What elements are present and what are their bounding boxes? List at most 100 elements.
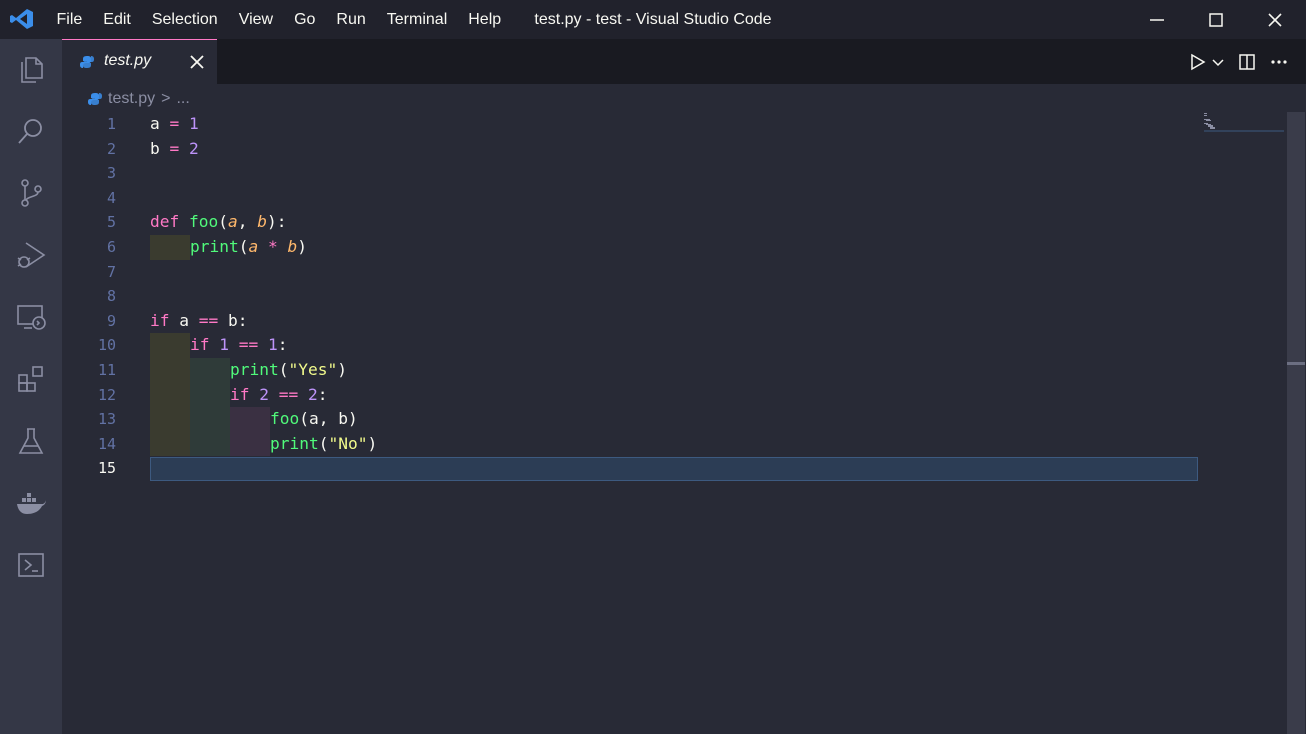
chevron-down-icon[interactable] <box>1212 57 1224 67</box>
scrollbar-cursor-marker <box>1287 362 1305 365</box>
editor-actions <box>1190 39 1288 84</box>
line-number: 12 <box>97 385 116 404</box>
menu-help[interactable]: Help <box>458 0 512 39</box>
tab-test-py[interactable]: test.py <box>62 39 217 84</box>
code-line[interactable]: 10 if 1 == 1: <box>62 333 1262 358</box>
line-number: 3 <box>106 164 116 183</box>
minimap[interactable] <box>1204 110 1284 140</box>
menu-edit[interactable]: Edit <box>93 0 142 39</box>
tab-label: test.py <box>104 52 152 69</box>
maximize-button[interactable] <box>1187 0 1245 39</box>
line-number: 1 <box>106 115 116 133</box>
code-token: ): <box>267 212 287 232</box>
vertical-scrollbar[interactable] <box>1287 112 1305 734</box>
code-token: , <box>237 212 258 232</box>
line-number: 11 <box>97 361 116 379</box>
vscode-logo-icon[interactable] <box>10 8 34 30</box>
code-token: ) <box>337 360 347 379</box>
code-token: 2 <box>189 138 199 158</box>
code-token: a <box>169 310 199 330</box>
code-text: if 2 == 2: <box>230 383 328 408</box>
explorer-icon[interactable] <box>14 52 48 86</box>
code-line[interactable]: 15 <box>62 456 1262 481</box>
docker-icon[interactable] <box>14 486 48 520</box>
line-number: 4 <box>106 188 116 207</box>
code-token: "No" <box>328 433 368 453</box>
maximize-icon <box>1209 12 1223 27</box>
menu-selection[interactable]: Selection <box>141 0 228 39</box>
menu-bar: File Edit Selection View Go Run Terminal… <box>46 0 512 39</box>
menu-view[interactable]: View <box>228 0 283 39</box>
line-number: 7 <box>106 262 116 281</box>
code-token: if <box>230 384 250 404</box>
menu-go[interactable]: Go <box>284 0 326 39</box>
code-token: def <box>150 212 180 232</box>
code-token: 1 <box>268 335 278 355</box>
code-line[interactable]: 8 <box>62 284 1262 309</box>
line-number: 10 <box>97 336 116 355</box>
code-token: == <box>238 335 259 355</box>
code-token: a <box>150 114 170 133</box>
testing-icon[interactable] <box>14 424 48 458</box>
code-line[interactable]: 1a = 1 <box>62 112 1262 137</box>
code-line[interactable]: 7 <box>62 260 1262 285</box>
run-debug-icon[interactable] <box>14 238 48 272</box>
line-number: 2 <box>106 139 116 158</box>
code-line[interactable]: 3 <box>62 161 1262 186</box>
run-file-icon[interactable] <box>1190 53 1206 71</box>
code-text: def foo(a, b): <box>150 210 287 235</box>
code-editor[interactable]: 1a = 12b = 2 3 4 5 def foo(a, b): 6 print(a * … <box>62 84 1306 734</box>
code-token: if <box>190 335 210 355</box>
code-line[interactable]: 4 <box>62 186 1262 211</box>
code-token: 1 <box>219 335 229 355</box>
code-token: a <box>228 212 238 232</box>
python-icon <box>80 56 94 68</box>
menu-run[interactable]: Run <box>326 0 376 39</box>
code-token: "Yes" <box>288 360 338 379</box>
code-line[interactable]: 5 def foo(a, b): <box>62 210 1262 235</box>
minimize-button[interactable] <box>1128 0 1186 39</box>
code-token: print <box>230 360 279 379</box>
code-line[interactable]: 2b = 2 <box>62 137 1262 162</box>
code-text: print("Yes") <box>230 358 347 383</box>
close-window-button[interactable] <box>1246 0 1304 39</box>
code-line[interactable]: 14 print("No") <box>62 431 1262 457</box>
code-token: 2 <box>259 384 269 404</box>
code-line[interactable]: 6 print(a * b) <box>62 235 1262 260</box>
close-icon[interactable] <box>188 53 206 71</box>
code-line[interactable]: 11 print("Yes") <box>62 358 1262 383</box>
indent-guide <box>190 407 230 432</box>
code-token: = <box>169 138 180 158</box>
line-number: 15 <box>97 459 116 478</box>
indent-guide <box>150 333 190 358</box>
indent-guide <box>190 431 230 457</box>
source-control-icon[interactable] <box>14 176 48 210</box>
line-number: 9 <box>106 311 116 330</box>
remote-explorer-icon[interactable] <box>14 300 48 334</box>
indent-guide <box>190 358 230 383</box>
indent-guide <box>230 431 270 457</box>
code-line[interactable]: 12 if 2 == 2: <box>62 382 1262 408</box>
more-actions-icon[interactable] <box>1270 59 1288 65</box>
minimize-icon <box>1150 18 1164 21</box>
extensions-icon[interactable] <box>14 362 48 396</box>
search-icon[interactable] <box>14 114 48 148</box>
code-line[interactable]: 13 foo(a, b) <box>62 407 1262 432</box>
code-line[interactable]: 9 if a == b: <box>62 309 1262 334</box>
code-token: b <box>150 138 170 158</box>
close-icon <box>1268 12 1282 27</box>
menu-terminal[interactable]: Terminal <box>376 0 457 39</box>
menu-file[interactable]: File <box>46 0 93 39</box>
code-token: * <box>267 237 278 256</box>
powershell-icon[interactable] <box>14 548 48 582</box>
line-number: 13 <box>97 410 116 429</box>
split-editor-icon[interactable] <box>1238 53 1256 71</box>
